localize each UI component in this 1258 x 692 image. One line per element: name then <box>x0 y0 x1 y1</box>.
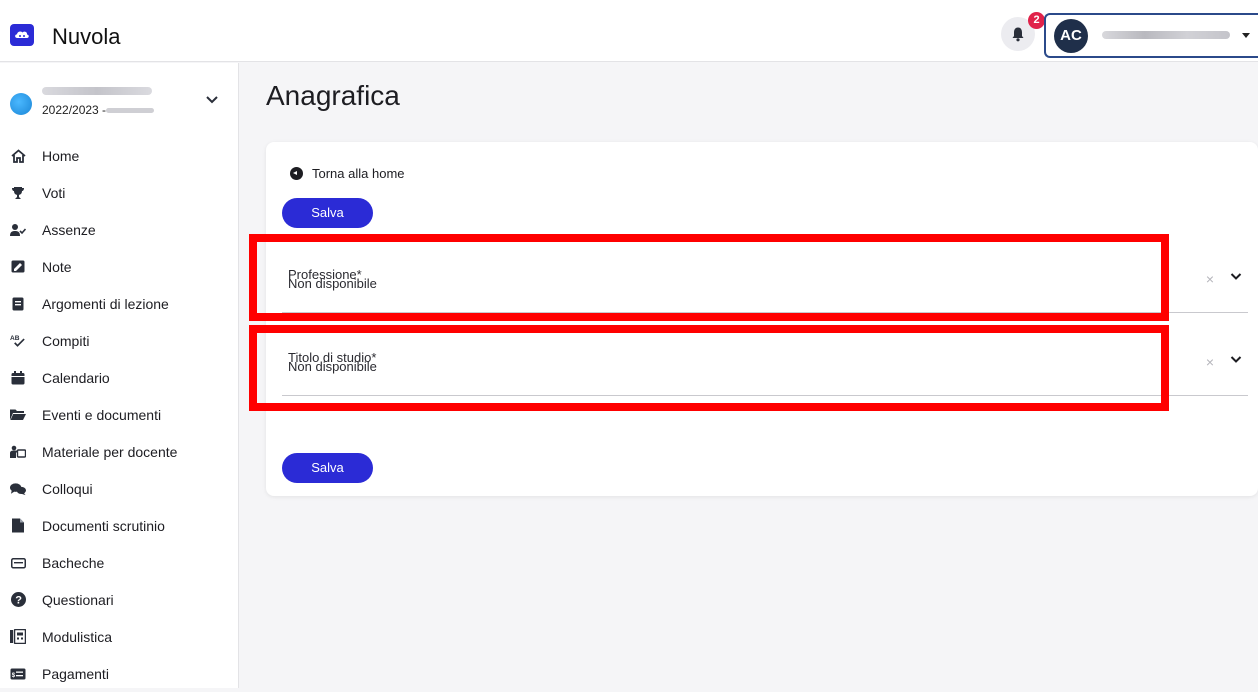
sidebar-item-label: Bacheche <box>42 554 105 571</box>
svg-text:AB: AB <box>10 335 20 342</box>
note-icon <box>10 259 26 275</box>
profession-value: Non disponibile <box>288 276 377 291</box>
cloud-logo-icon[interactable] <box>10 24 34 46</box>
page-title: Anagrafica <box>266 80 400 111</box>
question-icon: ? <box>10 592 26 608</box>
education-value: Non disponibile <box>288 359 377 374</box>
sidebar-item-label: Home <box>42 147 80 164</box>
arrow-left-circle-icon <box>290 167 303 180</box>
home-icon <box>10 148 26 164</box>
sidebar-item-pagamenti[interactable]: $ Pagamenti <box>0 655 239 692</box>
sidebar-item-label: Documenti scrutinio <box>42 517 165 534</box>
school-name-redacted <box>42 87 152 95</box>
sidebar-item-bacheche[interactable]: Bacheche <box>0 544 239 581</box>
file-icon <box>10 518 26 534</box>
sidebar-item-home[interactable]: Home <box>0 137 239 174</box>
sidebar-nav: Home Voti Assenze Note Argomenti di lezi… <box>0 137 239 692</box>
sidebar-item-assenze[interactable]: Assenze <box>0 211 239 248</box>
sidebar-item-questionari[interactable]: ? Questionari <box>0 581 239 618</box>
sidebar-item-label: Colloqui <box>42 480 93 497</box>
app-name: Nuvola <box>52 24 121 49</box>
education-select[interactable]: Titolo di studio* Non disponibile × <box>282 342 1248 396</box>
sidebar-item-eventi[interactable]: Eventi e documenti <box>0 396 239 433</box>
school-avatar <box>10 93 32 115</box>
chat-icon <box>10 481 26 497</box>
avatar: AC <box>1054 19 1088 53</box>
sidebar-item-modulistica[interactable]: Modulistica <box>0 618 239 655</box>
sidebar: 2022/2023 - Home Voti Assenze Note Argom… <box>0 63 239 688</box>
sidebar-item-label: Note <box>42 258 72 275</box>
sidebar-item-argomenti[interactable]: Argomenti di lezione <box>0 285 239 322</box>
save-button-top[interactable]: Salva <box>282 198 373 228</box>
back-to-home-link[interactable]: Torna alla home <box>290 166 405 181</box>
sidebar-item-documenti-scrutinio[interactable]: Documenti scrutinio <box>0 507 239 544</box>
sidebar-item-note[interactable]: Note <box>0 248 239 285</box>
back-link-label: Torna alla home <box>312 166 405 181</box>
sidebar-item-label: Voti <box>42 184 66 201</box>
sidebar-item-label: Materiale per docente <box>42 443 178 460</box>
chevron-down-icon[interactable] <box>205 95 219 105</box>
sidebar-item-voti[interactable]: Voti <box>0 174 239 211</box>
sidebar-item-compiti[interactable]: AB Compiti <box>0 322 239 359</box>
forms-icon <box>10 629 26 645</box>
caret-down-icon <box>1242 33 1250 38</box>
teacher-material-icon <box>10 444 26 460</box>
profession-select[interactable]: Professione* Non disponibile × <box>282 259 1248 313</box>
sidebar-item-label: Assenze <box>42 221 96 238</box>
trophy-icon <box>10 185 26 201</box>
board-icon <box>10 555 26 571</box>
book-icon <box>10 296 26 312</box>
class-redacted <box>106 108 154 113</box>
top-bar: Nuvola 2 AC <box>0 0 1258 62</box>
payment-icon: $ <box>10 666 26 682</box>
user-name-redacted <box>1102 31 1230 39</box>
sidebar-item-label: Compiti <box>42 332 90 349</box>
sidebar-item-calendario[interactable]: Calendario <box>0 359 239 396</box>
sidebar-item-label: Pagamenti <box>42 665 109 682</box>
sidebar-item-colloqui[interactable]: Colloqui <box>0 470 239 507</box>
notification-badge: 2 <box>1028 12 1045 29</box>
bell-icon <box>1012 27 1024 42</box>
calendar-icon <box>10 370 26 386</box>
chevron-down-icon[interactable] <box>1230 272 1242 281</box>
svg-text:?: ? <box>15 595 22 607</box>
school-year-label: 2022/2023 - <box>42 103 107 117</box>
sidebar-item-materiale[interactable]: Materiale per docente <box>0 433 239 470</box>
clear-icon[interactable]: × <box>1206 271 1214 287</box>
user-menu[interactable]: AC <box>1044 13 1258 58</box>
folder-icon <box>10 407 26 423</box>
clear-icon[interactable]: × <box>1206 354 1214 370</box>
profile-form-card: Torna alla home Salva Professione* Non d… <box>266 142 1258 496</box>
spellcheck-icon: AB <box>10 333 26 349</box>
sidebar-item-label: Modulistica <box>42 628 113 645</box>
save-button-bottom[interactable]: Salva <box>282 453 373 483</box>
sidebar-item-label: Eventi e documenti <box>42 406 162 423</box>
sidebar-item-label: Argomenti di lezione <box>42 295 169 312</box>
chevron-down-icon[interactable] <box>1230 355 1242 364</box>
sidebar-item-label: Calendario <box>42 369 110 386</box>
sidebar-item-label: Questionari <box>42 591 114 608</box>
user-check-icon <box>10 222 26 238</box>
